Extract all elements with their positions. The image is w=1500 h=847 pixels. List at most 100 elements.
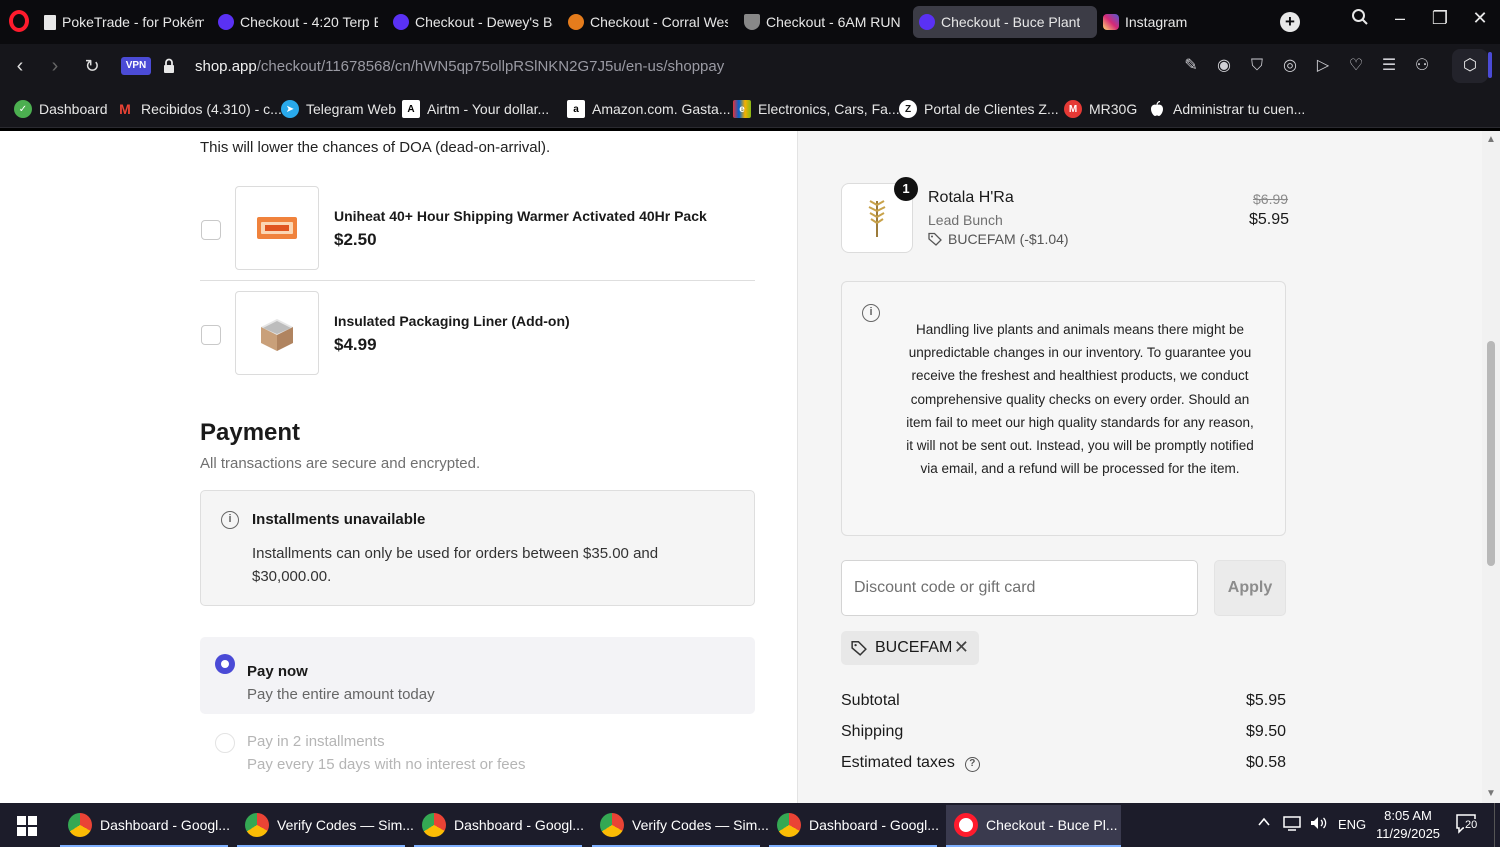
bookmark-amazon[interactable]: a Amazon.com. Gasta... [567, 99, 731, 119]
bookmark-dashboard[interactable]: ✓ Dashboard [14, 99, 108, 119]
telegram-icon: ➤ [281, 100, 299, 118]
chrome-icon [777, 813, 801, 837]
bookmark-mr30g[interactable]: M MR30G [1064, 99, 1137, 119]
bookmark-portal-clientes[interactable]: Z Portal de Clientes Z... [899, 99, 1059, 119]
url-field[interactable]: shop.app/checkout/11678568/cn/hWN5qp75ol… [195, 58, 724, 75]
play-icon[interactable]: ▷ [1313, 56, 1333, 76]
taskbar-item-dashboard-3[interactable]: Dashboard - Googl... [769, 805, 939, 847]
shield-icon[interactable]: ⛉ [1247, 56, 1267, 76]
sidebar-handle[interactable] [1488, 52, 1492, 78]
remove-code-icon[interactable]: ✕ [954, 637, 969, 658]
tab-checkout-buce-plant[interactable]: Checkout - Buce Plant [913, 6, 1097, 38]
windows-start-icon[interactable] [17, 816, 37, 836]
bookmark-ebay[interactable]: e Electronics, Cars, Fa... [733, 99, 900, 119]
lock-icon[interactable] [163, 58, 175, 74]
quantity-badge: 1 [894, 177, 918, 201]
show-desktop-button[interactable] [1494, 803, 1500, 847]
system-clock[interactable]: 8:05 AM 11/29/2025 [1375, 807, 1441, 843]
bookmark-telegram[interactable]: ➤ Telegram Web [281, 99, 396, 119]
checkout-page: This will lower the chances of DOA (dead… [0, 131, 1482, 803]
discount-code-input[interactable] [841, 560, 1198, 616]
addon-packaging-liner-checkbox[interactable] [201, 325, 221, 345]
addon-packaging-liner: Insulated Packaging Liner (Add-on) $4.99 [200, 291, 755, 381]
tab-checkout-terp[interactable]: Checkout - 4:20 Terp Boo [212, 6, 384, 38]
apple-icon [1148, 100, 1166, 118]
apply-button[interactable]: Apply [1214, 560, 1286, 616]
addon-price: $4.99 [334, 335, 377, 354]
minimize-button[interactable]: – [1385, 8, 1415, 29]
scroll-up-icon[interactable]: ▲ [1486, 135, 1496, 145]
clock-time: 8:05 AM [1384, 808, 1432, 823]
tab-checkout-6am[interactable]: Checkout - 6AM RUN [738, 6, 910, 38]
page-scrollbar[interactable]: ▲ ▼ [1482, 131, 1500, 803]
pay-installments-option[interactable]: Pay in 2 installments Pay every 15 days … [200, 721, 755, 781]
taxes-row: Estimated taxes? $0.58 [841, 754, 1286, 772]
tray-chevron-icon[interactable] [1257, 815, 1271, 832]
taskbar-item-dashboard-1[interactable]: Dashboard - Googl... [60, 805, 230, 847]
scroll-thumb[interactable] [1487, 341, 1495, 566]
taskbar-item-checkout-buce[interactable]: Checkout - Buce Pl... [946, 805, 1121, 847]
notification-center-icon[interactable]: 20 [1455, 813, 1479, 838]
bookmark-airtm[interactable]: A Airtm - Your dollar... [402, 99, 549, 119]
vpn-badge[interactable]: VPN [121, 57, 151, 75]
tab-poketrade[interactable]: PokeTrade - for Pokémon [38, 6, 210, 38]
dashboard-icon: ✓ [14, 100, 32, 118]
tab-label: Checkout - Corral Weste [590, 14, 728, 30]
chrome-icon [422, 813, 446, 837]
option-title: Pay now [247, 663, 308, 680]
doa-note: This will lower the chances of DOA (dead… [200, 139, 551, 156]
product-name: Rotala H'Ra [928, 189, 1014, 206]
installments-text: Installments can only be used for orders… [252, 545, 659, 585]
translate-icon[interactable]: ◎ [1280, 56, 1300, 76]
network-icon[interactable] [1283, 815, 1303, 834]
notification-count: 20 [1464, 819, 1479, 831]
back-button[interactable]: ‹ [8, 54, 32, 78]
bookmark-gmail[interactable]: M Recibidos (4.310) - c... [116, 99, 282, 119]
search-tabs-icon[interactable] [1345, 8, 1375, 31]
pay-now-option[interactable]: Pay now Pay the entire amount today [200, 637, 755, 714]
restore-button[interactable]: ❐ [1425, 8, 1455, 29]
shipping-row: Shipping $9.50 [841, 723, 1286, 741]
volume-icon[interactable] [1309, 815, 1329, 834]
subtotal-value: $5.95 [1245, 692, 1286, 709]
address-bar: ‹ › ↻ VPN shop.app/checkout/11678568/cn/… [0, 44, 1500, 88]
product-original-price: $6.99 [1253, 191, 1289, 207]
heart-icon[interactable]: ♡ [1346, 56, 1366, 76]
tab-instagram[interactable]: Instagram [1097, 6, 1269, 38]
applied-code-chip: BUCEFAM ✕ [841, 631, 979, 665]
taskbar-label: Dashboard - Googl... [809, 817, 939, 833]
taskbar-item-verify-codes-1[interactable]: Verify Codes — Sim... [237, 805, 414, 847]
cube-icon[interactable]: ⬡ [1452, 49, 1488, 83]
shipping-label: Shipping [841, 723, 904, 740]
edit-icon[interactable]: ✎ [1181, 56, 1201, 76]
product-price: $5.95 [1249, 211, 1290, 228]
tab-bar: PokeTrade - for Pokémon Checkout - 4:20 … [0, 0, 1500, 44]
pay-installments-radio[interactable] [215, 733, 235, 753]
addon-heat-pack-checkbox[interactable] [201, 220, 221, 240]
option-title: Pay in 2 installments [247, 733, 385, 750]
taskbar-item-dashboard-2[interactable]: Dashboard - Googl... [414, 805, 584, 847]
taskbar-item-verify-codes-2[interactable]: Verify Codes — Sim... [592, 805, 769, 847]
portal-icon: Z [899, 100, 917, 118]
tab-checkout-corral[interactable]: Checkout - Corral Weste [562, 6, 734, 38]
close-window-button[interactable]: ✕ [1465, 8, 1495, 29]
instagram-icon [1103, 14, 1119, 30]
camera-icon[interactable]: ◉ [1214, 56, 1234, 76]
pay-now-radio[interactable] [215, 654, 235, 674]
menu-icon[interactable]: ☰ [1379, 56, 1399, 76]
gmail-icon: M [119, 101, 131, 117]
chrome-icon [245, 813, 269, 837]
scroll-down-icon[interactable]: ▼ [1486, 789, 1496, 799]
tab-checkout-deweys[interactable]: Checkout - Dewey's Bake [387, 6, 559, 38]
new-tab-button[interactable]: + [1280, 12, 1300, 32]
opera-logo-icon[interactable] [9, 10, 29, 32]
tab-label: PokeTrade - for Pokémon [62, 14, 204, 30]
reload-button[interactable]: ↻ [80, 54, 104, 78]
forward-button[interactable]: › [43, 54, 67, 78]
bookmark-apple[interactable]: Administrar tu cuen... [1148, 99, 1305, 119]
profile-icon[interactable]: ⚇ [1412, 56, 1432, 76]
language-indicator[interactable]: ENG [1338, 817, 1366, 832]
subtotal-label: Subtotal [841, 692, 900, 709]
opera-icon [954, 813, 978, 837]
help-icon[interactable]: ? [964, 757, 980, 772]
